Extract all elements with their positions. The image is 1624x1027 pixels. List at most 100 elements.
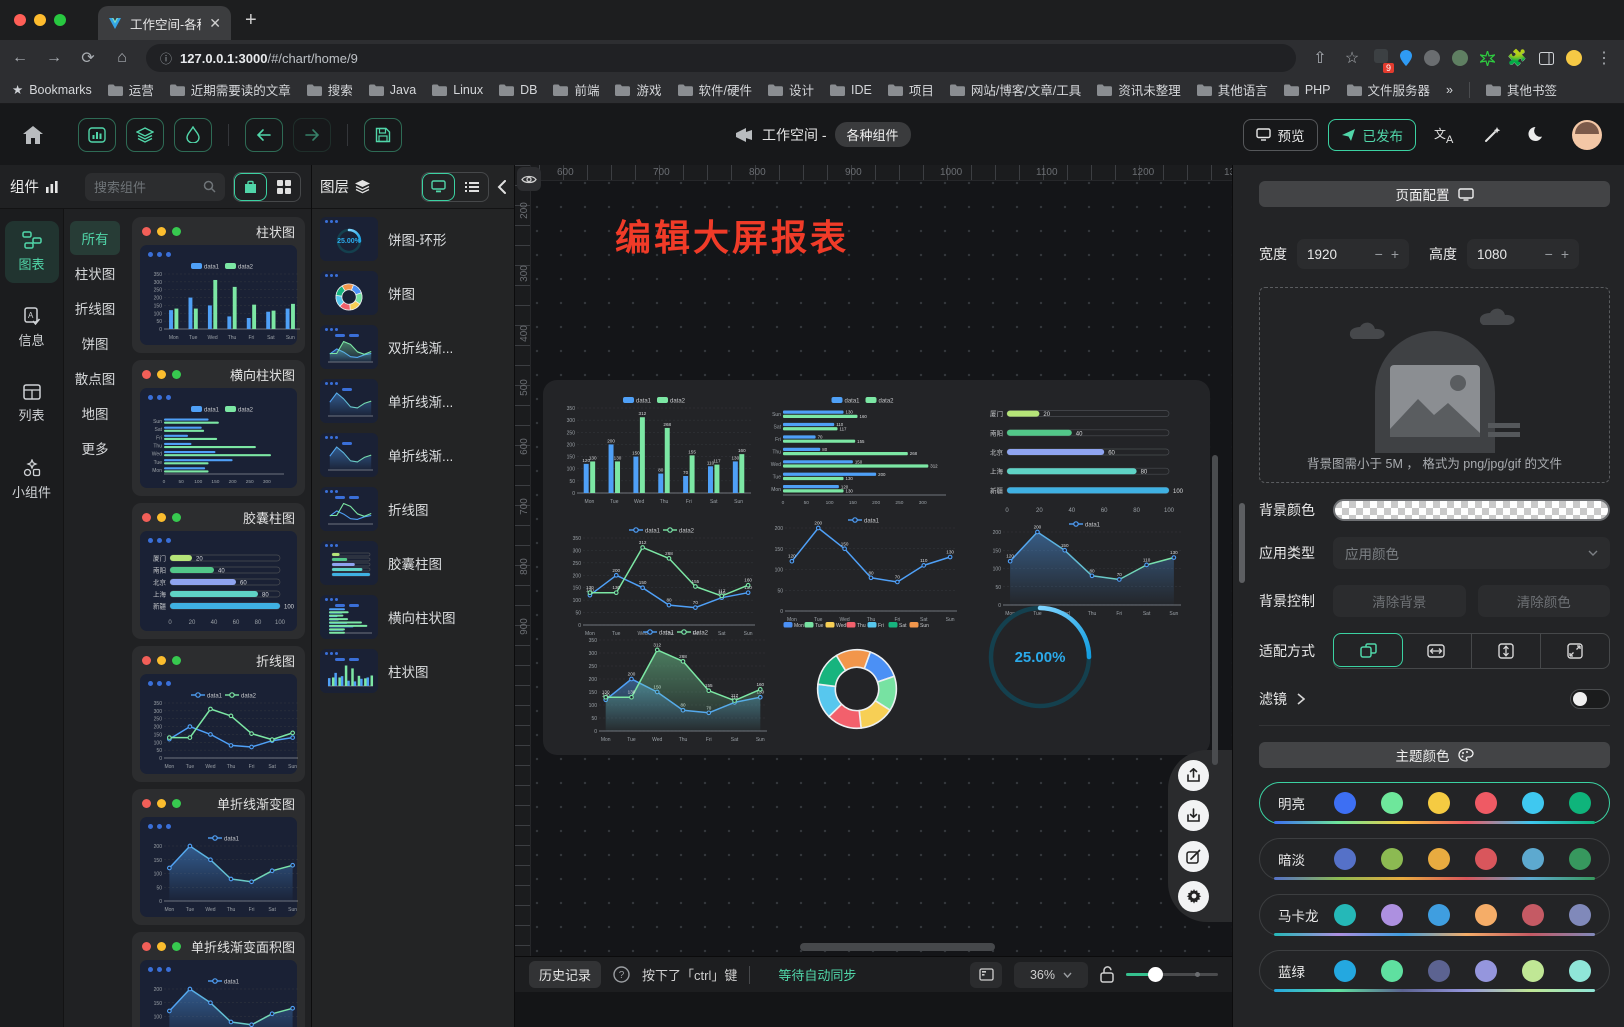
bookmark-folder[interactable]: 前端 bbox=[553, 80, 599, 99]
app-type-select[interactable]: 应用颜色 bbox=[1333, 537, 1610, 569]
sidebar-tab-0[interactable]: 图表 bbox=[5, 221, 59, 283]
address-bar[interactable]: ⓘ 127.0.0.1:3000/#/chart/home/9 bbox=[146, 44, 1296, 72]
magic-wand-icon[interactable] bbox=[1482, 125, 1502, 145]
progress-ring-chart[interactable]: 25.00% bbox=[985, 602, 1095, 712]
category-5[interactable]: 地图 bbox=[70, 396, 120, 430]
fit-width-button[interactable] bbox=[1402, 634, 1471, 668]
extension-icon[interactable] bbox=[1452, 50, 1468, 66]
site-info-icon[interactable]: ⓘ bbox=[160, 50, 172, 67]
window-controls[interactable] bbox=[0, 14, 80, 40]
maximize-window-button[interactable] bbox=[54, 14, 66, 26]
background-upload-dropzone[interactable]: 背景图需小于 5M ， 格式为 png/jpg/gif 的文件 bbox=[1259, 287, 1610, 483]
component-card[interactable]: 单折线渐变面积图 050100150200MonTueWedThuFriSatS… bbox=[132, 932, 305, 1027]
bookmark-folder[interactable]: 运营 bbox=[108, 80, 154, 99]
share-icon[interactable]: ⇧ bbox=[1310, 48, 1330, 68]
theme-option-2[interactable]: 马卡龙 bbox=[1259, 894, 1610, 936]
settings-scrollbar[interactable] bbox=[1239, 503, 1245, 583]
donut-pie-chart[interactable]: MonTueWedThuFriSatSun bbox=[769, 618, 945, 740]
bookmark-folder[interactable]: IDE bbox=[830, 83, 872, 97]
fit-scale-button[interactable] bbox=[1333, 633, 1403, 667]
lock-open-icon[interactable] bbox=[1100, 966, 1114, 983]
theme-option-3[interactable]: 蓝绿 bbox=[1259, 950, 1610, 992]
component-card[interactable]: 横向柱状图 050100150200250300MonTueWedThuFriS… bbox=[132, 360, 305, 496]
zoom-slider-knob[interactable] bbox=[1148, 967, 1163, 982]
dashboard-panel[interactable]: 0501001502002503003501202001508070110130… bbox=[543, 380, 1210, 755]
list-view-toggle[interactable] bbox=[455, 173, 488, 201]
width-decrement[interactable]: − bbox=[1375, 246, 1383, 262]
bookmark-folder[interactable]: PHP bbox=[1284, 83, 1331, 97]
app-home-icon[interactable] bbox=[22, 125, 44, 145]
zoom-slider[interactable] bbox=[1126, 973, 1218, 976]
clear-color-button[interactable]: 清除颜色 bbox=[1478, 585, 1611, 617]
undo-button[interactable] bbox=[245, 118, 283, 152]
bookmark-folder[interactable]: 项目 bbox=[888, 80, 934, 99]
sidebar-tab-2[interactable]: 列表 bbox=[5, 373, 59, 435]
canvas-vertical-scrollbar[interactable] bbox=[1212, 455, 1218, 765]
bookmark-folder[interactable]: Java bbox=[369, 83, 416, 97]
close-window-button[interactable] bbox=[14, 14, 26, 26]
fit-stretch-button[interactable] bbox=[1541, 634, 1609, 668]
layer-item[interactable]: 折线图 bbox=[320, 487, 506, 531]
component-card[interactable]: 柱状图 050100150200250300350MonTueWedThuFri… bbox=[132, 217, 305, 353]
project-name-pill[interactable]: 各种组件 bbox=[835, 122, 911, 147]
dual-line-chart[interactable]: 0501001502002503003501202001508070110130… bbox=[563, 522, 763, 638]
thumbnail-view-toggle[interactable] bbox=[422, 173, 455, 201]
history-button[interactable]: 历史记录 bbox=[529, 961, 601, 988]
category-1[interactable]: 柱状图 bbox=[70, 256, 120, 290]
pin-extension-icon[interactable] bbox=[1400, 50, 1412, 66]
layer-item[interactable]: 胶囊柱图 bbox=[320, 541, 506, 585]
new-tab-button[interactable]: + bbox=[245, 9, 257, 32]
extensions-puzzle-icon[interactable]: 🧩 bbox=[1507, 48, 1527, 68]
redo-button[interactable] bbox=[293, 118, 331, 152]
user-avatar[interactable] bbox=[1572, 120, 1602, 150]
canvas-horizontal-scrollbar[interactable] bbox=[800, 943, 995, 951]
dashboard-title-text[interactable]: 编辑大屏报表 bbox=[615, 209, 849, 261]
collapse-panel-chevron-icon[interactable] bbox=[497, 180, 506, 194]
bookmark-folder[interactable]: 软件/硬件 bbox=[678, 80, 752, 99]
layer-item[interactable]: 单折线渐... bbox=[320, 433, 506, 477]
bookmark-folder[interactable]: Linux bbox=[432, 83, 483, 97]
other-bookmarks-folder[interactable]: 其他书签 bbox=[1486, 80, 1557, 99]
forward-icon[interactable]: → bbox=[44, 49, 64, 67]
dual-area-chart[interactable]: 0501001502002503003501202001508070110130… bbox=[579, 624, 775, 744]
bookmark-folder[interactable]: 资讯未整理 bbox=[1097, 80, 1181, 99]
single-view-toggle[interactable] bbox=[234, 173, 267, 201]
reload-icon[interactable]: ⟳ bbox=[78, 48, 98, 68]
bookmark-folder[interactable]: 设计 bbox=[768, 80, 814, 99]
editor-canvas[interactable]: 6007008009001000110012001300 20030040050… bbox=[515, 165, 1232, 956]
export-button[interactable] bbox=[1178, 760, 1209, 791]
language-icon[interactable]: 文A bbox=[1434, 126, 1456, 144]
single-line-chart[interactable]: 0501001502001202001508070110130MonTueWed… bbox=[765, 512, 965, 624]
component-card[interactable]: 单折线渐变图 050100150200MonTueWedThuFriSatSun… bbox=[132, 789, 305, 925]
bookmark-folder[interactable]: 其他语言 bbox=[1197, 80, 1268, 99]
clear-background-button[interactable]: 清除背景 bbox=[1333, 585, 1466, 617]
components-toggle-button[interactable] bbox=[78, 118, 116, 152]
dark-mode-moon-icon[interactable] bbox=[1528, 126, 1546, 144]
bookmarks-overflow-chevron[interactable]: » bbox=[1446, 83, 1453, 97]
bookmark-folder[interactable]: 游戏 bbox=[615, 80, 661, 99]
category-6[interactable]: 更多 bbox=[70, 431, 120, 465]
bookmark-folder[interactable]: DB bbox=[499, 83, 537, 97]
bookmark-folder[interactable]: 近期需要读的文章 bbox=[170, 80, 291, 99]
extension-star-icon[interactable] bbox=[1480, 51, 1495, 66]
category-0[interactable]: 所有 bbox=[70, 221, 120, 255]
layer-item[interactable]: 柱状图 bbox=[320, 649, 506, 693]
home-icon[interactable]: ⌂ bbox=[112, 49, 132, 67]
category-3[interactable]: 饼图 bbox=[70, 326, 120, 360]
height-increment[interactable]: + bbox=[1561, 246, 1569, 262]
extension-badged-icon[interactable]: 9 bbox=[1374, 49, 1388, 68]
layer-item[interactable]: 单折线渐... bbox=[320, 379, 506, 423]
height-decrement[interactable]: − bbox=[1545, 246, 1553, 262]
search-components-input[interactable]: 搜索组件 bbox=[85, 173, 225, 201]
theme-option-1[interactable]: 暗淡 bbox=[1259, 838, 1610, 880]
layer-item[interactable]: 饼图 bbox=[320, 271, 506, 315]
browser-menu-icon[interactable]: ⋮ bbox=[1594, 48, 1614, 68]
browser-tab[interactable]: 工作空间-各种组件 ✕ bbox=[98, 6, 231, 40]
edit-button[interactable] bbox=[1178, 841, 1209, 872]
bookmark-folder[interactable]: 搜索 bbox=[307, 80, 353, 99]
width-increment[interactable]: + bbox=[1391, 246, 1399, 262]
component-card[interactable]: 折线图 050100150200250300350MonTueWedThuFri… bbox=[132, 646, 305, 782]
grid-view-toggle[interactable] bbox=[267, 173, 300, 201]
layer-item[interactable]: 横向柱状图 bbox=[320, 595, 506, 639]
component-card[interactable]: 胶囊柱图 厦门20南阳40北京60上海80新疆100020406080100 bbox=[132, 503, 305, 639]
